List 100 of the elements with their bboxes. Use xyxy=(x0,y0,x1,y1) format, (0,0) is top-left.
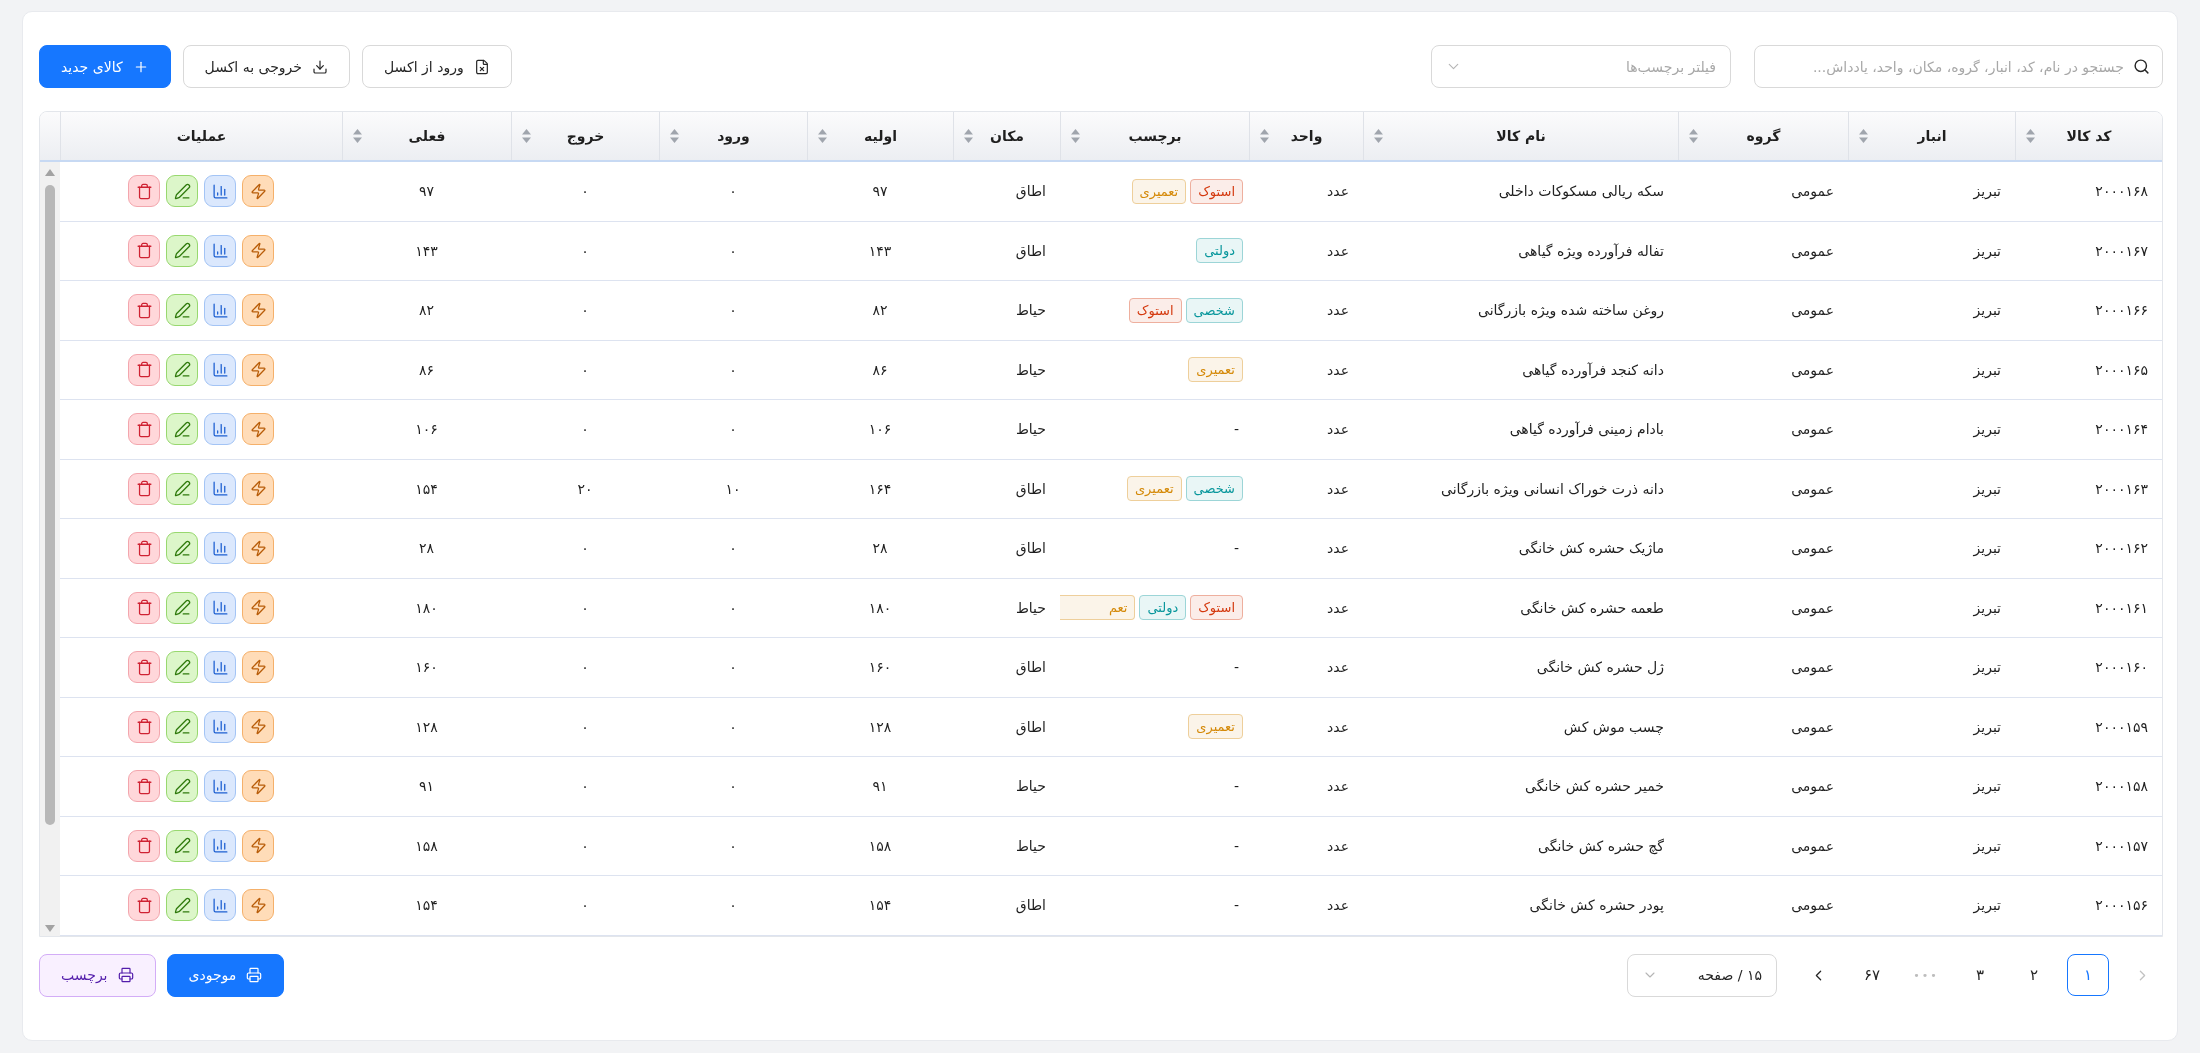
edit-button[interactable] xyxy=(166,353,198,386)
lightning-button[interactable] xyxy=(242,770,274,803)
delete-button[interactable] xyxy=(128,294,160,327)
trash-icon xyxy=(135,182,153,200)
scroll-up-arrow-icon[interactable] xyxy=(45,169,55,176)
edit-button[interactable] xyxy=(166,889,198,922)
edit-button[interactable] xyxy=(166,591,198,624)
table-cell-text: ۹۱ xyxy=(418,777,436,797)
edit-button[interactable] xyxy=(166,413,198,446)
chart-button[interactable] xyxy=(204,294,236,327)
chart-button[interactable] xyxy=(204,234,236,267)
delete-button[interactable] xyxy=(128,770,160,803)
pencil-icon xyxy=(173,777,191,795)
table-cell-text: ۱۸۰ xyxy=(867,598,893,618)
delete-button[interactable] xyxy=(128,710,160,743)
column-header[interactable]: فعلی xyxy=(342,112,511,160)
sort-icon[interactable] xyxy=(670,129,679,143)
label-print-button[interactable]: برچسب xyxy=(39,953,156,997)
chart-button[interactable] xyxy=(204,770,236,803)
lightning-button[interactable] xyxy=(242,234,274,267)
delete-button[interactable] xyxy=(128,532,160,565)
chart-button[interactable] xyxy=(204,175,236,208)
table-cell-text: ۰ xyxy=(728,717,738,737)
lightning-button[interactable] xyxy=(242,294,274,327)
table-cell-text: حیاط xyxy=(1014,301,1047,321)
column-header[interactable]: مکان xyxy=(953,112,1060,160)
import-excel-button[interactable]: ورود از اکسل xyxy=(362,45,512,88)
sort-icon[interactable] xyxy=(353,129,362,143)
delete-button[interactable] xyxy=(128,889,160,922)
chart-button[interactable] xyxy=(204,651,236,684)
stock-print-button[interactable]: موجودی xyxy=(166,953,285,997)
lightning-button[interactable] xyxy=(242,413,274,446)
sort-icon[interactable] xyxy=(1374,129,1383,143)
scrollbar-thumb[interactable] xyxy=(45,185,55,825)
chart-button[interactable] xyxy=(204,532,236,565)
column-header[interactable]: اولیه xyxy=(807,112,953,160)
delete-button[interactable] xyxy=(128,353,160,386)
lightning-button[interactable] xyxy=(242,353,274,386)
bar-chart-icon xyxy=(211,896,229,914)
delete-button[interactable] xyxy=(128,829,160,862)
edit-button[interactable] xyxy=(166,770,198,803)
column-header[interactable]: برچسب xyxy=(1060,112,1249,160)
sort-icon[interactable] xyxy=(2026,129,2035,143)
chart-button[interactable] xyxy=(204,829,236,862)
chart-button[interactable] xyxy=(204,472,236,505)
lightning-button[interactable] xyxy=(242,472,274,505)
lightning-button[interactable] xyxy=(242,532,274,565)
delete-button[interactable] xyxy=(128,234,160,267)
delete-button[interactable] xyxy=(128,591,160,624)
column-header[interactable]: نام کالا xyxy=(1363,112,1678,160)
search-field[interactable]: جستجو در نام، کد، انبار، گروه، مکان، واحد، یادداش... xyxy=(1754,45,2163,88)
page-size-select[interactable]: ۱۵ / صفحه xyxy=(1627,953,1777,997)
sort-icon[interactable] xyxy=(1260,129,1269,143)
edit-button[interactable] xyxy=(166,532,198,565)
sort-icon[interactable] xyxy=(964,129,973,143)
column-header: عملیات xyxy=(60,112,342,160)
column-header[interactable]: انبار xyxy=(1848,112,2015,160)
lightning-button[interactable] xyxy=(242,175,274,208)
lightning-button[interactable] xyxy=(242,889,274,922)
chart-button[interactable] xyxy=(204,413,236,446)
chart-button[interactable] xyxy=(204,591,236,624)
delete-button[interactable] xyxy=(128,175,160,208)
sort-icon[interactable] xyxy=(818,129,827,143)
chart-button[interactable] xyxy=(204,889,236,922)
edit-button[interactable] xyxy=(166,829,198,862)
table-cell-text: عدد xyxy=(1326,420,1350,440)
lightning-button[interactable] xyxy=(242,651,274,684)
delete-button[interactable] xyxy=(128,651,160,684)
lightning-button[interactable] xyxy=(242,710,274,743)
table-cell-text: عدد xyxy=(1326,479,1350,499)
edit-button[interactable] xyxy=(166,710,198,743)
chart-button[interactable] xyxy=(204,710,236,743)
edit-button[interactable] xyxy=(166,472,198,505)
delete-button[interactable] xyxy=(128,413,160,446)
sort-icon[interactable] xyxy=(1071,129,1080,143)
edit-button[interactable] xyxy=(166,175,198,208)
tag-filter-select[interactable]: فیلتر برچسب‌ها xyxy=(1431,45,1731,88)
lightning-button[interactable] xyxy=(242,591,274,624)
table-cell-text: ۰ xyxy=(580,658,590,678)
column-header[interactable]: واحد xyxy=(1249,112,1363,160)
chart-button[interactable] xyxy=(204,353,236,386)
new-item-button[interactable]: کالای جدید xyxy=(39,45,171,88)
column-header[interactable]: ورود xyxy=(659,112,807,160)
scroll-down-arrow-icon[interactable] xyxy=(45,924,55,932)
column-header[interactable]: کد کالا xyxy=(2015,112,2162,160)
sort-icon[interactable] xyxy=(522,129,531,143)
page-button[interactable]: ۱ xyxy=(2067,954,2109,996)
sort-icon[interactable] xyxy=(1689,129,1698,143)
column-header[interactable]: خروج xyxy=(511,112,659,160)
table-cell-text: ۰ xyxy=(728,241,738,261)
sort-icon[interactable] xyxy=(1859,129,1868,143)
export-excel-button[interactable]: خروجی به اکسل xyxy=(182,45,350,88)
edit-button[interactable] xyxy=(166,234,198,267)
table-cell-text: ۰ xyxy=(580,539,590,559)
column-header[interactable]: گروه xyxy=(1678,112,1848,160)
edit-button[interactable] xyxy=(166,651,198,684)
edit-button[interactable] xyxy=(166,294,198,327)
table-cell-text: ۲۰۰۰۱۵۷ xyxy=(2094,836,2149,856)
lightning-button[interactable] xyxy=(242,829,274,862)
delete-button[interactable] xyxy=(128,472,160,505)
